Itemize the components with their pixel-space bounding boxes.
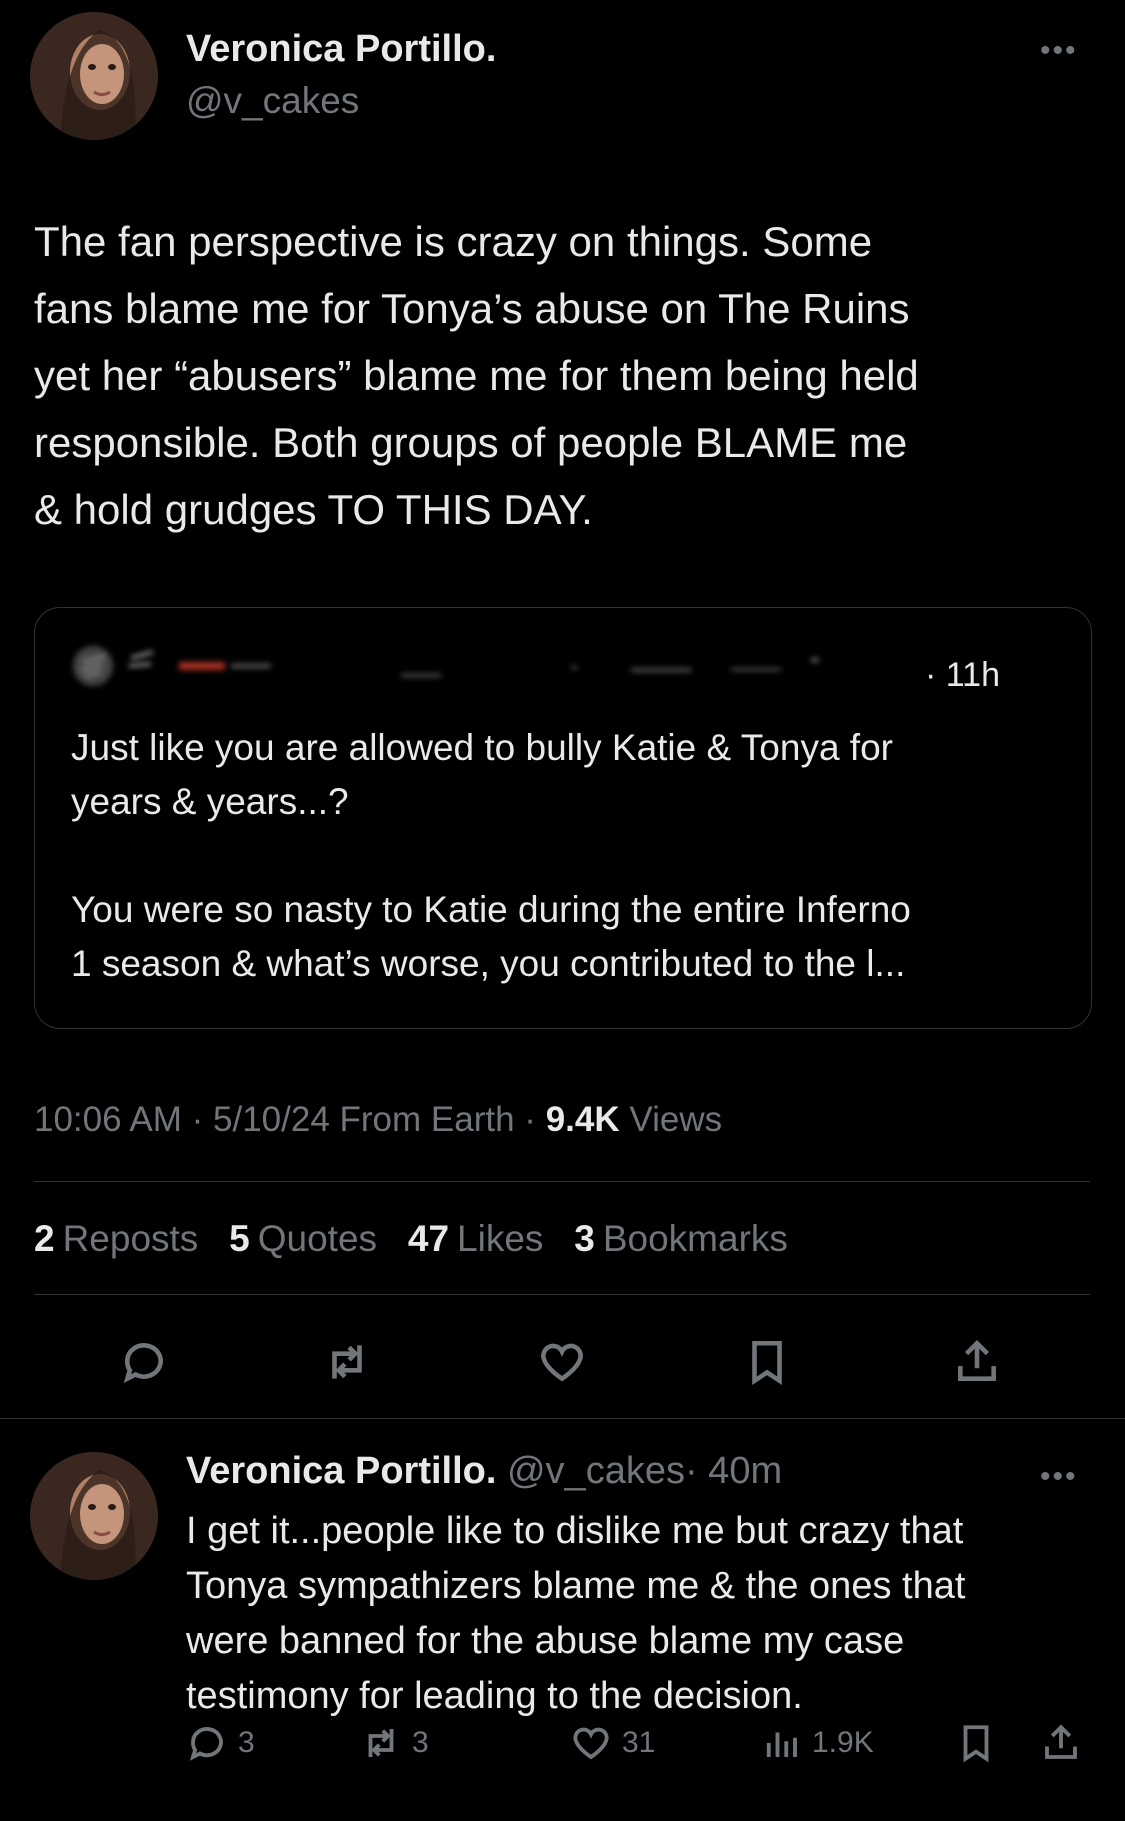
tweet-time: 10:06 AM (34, 1100, 182, 1139)
tweet-date: 5/10/24 From Earth (213, 1100, 515, 1139)
views-label: Views (629, 1100, 723, 1139)
divider (0, 1418, 1125, 1419)
divider (34, 1181, 1090, 1182)
quotes-stat[interactable]: 5 Quotes (229, 1218, 377, 1259)
reply-replies-button[interactable]: 3 (186, 1722, 255, 1764)
repost-icon (368, 1729, 394, 1757)
reply-more-options-icon[interactable]: ••• (1040, 1462, 1078, 1492)
quotes-label: Quotes (257, 1218, 378, 1259)
reply-views-button[interactable]: 1.9K (760, 1722, 874, 1764)
likes-count: 31 (622, 1726, 656, 1759)
author-avatar[interactable] (30, 12, 158, 140)
reply-icon (123, 1343, 163, 1384)
tweet-text-line: fans blame me for Tonya’s abuse on The R… (34, 285, 910, 332)
like-icon (541, 1343, 583, 1382)
redacted-author (71, 644, 951, 688)
bookmark-icon (752, 1340, 782, 1386)
tweet-text-line: responsible. Both groups of people BLAME… (34, 419, 908, 466)
views-count: 1.9K (812, 1726, 874, 1759)
share-icon (958, 1340, 996, 1381)
quotes-count: 5 (229, 1218, 250, 1259)
reply-text-line: were banned for the abuse blame my case (186, 1620, 905, 1662)
tweet-text-line: yet her “abusers” blame me for them bein… (34, 352, 919, 399)
meta-separator: · (524, 1100, 536, 1139)
bookmark-icon (963, 1725, 989, 1763)
reply-like-button[interactable]: 31 (570, 1722, 655, 1764)
tweet-text: The fan perspective is crazy on things. … (34, 208, 1094, 543)
likes-stat[interactable]: 47 Likes (408, 1218, 544, 1259)
reposts-count: 3 (412, 1726, 429, 1759)
quoted-tweet-text: Just like you are allowed to bully Katie… (71, 721, 1071, 991)
views-icon (766, 1732, 797, 1757)
meta-separator: · (191, 1100, 204, 1139)
repost-icon (332, 1345, 362, 1379)
reply-author-avatar[interactable] (30, 1452, 158, 1580)
share-icon (1045, 1724, 1077, 1759)
reposts-stat[interactable]: 2 Reposts (34, 1218, 198, 1259)
reply-bookmark-button[interactable] (955, 1722, 997, 1764)
reply-share-button[interactable] (1040, 1722, 1082, 1764)
bookmarks-count: 3 (574, 1218, 595, 1259)
avatar-photo (30, 1452, 158, 1580)
reply-repost-button[interactable]: 3 (360, 1722, 429, 1764)
tweet-text-line: The fan perspective is crazy on things. … (34, 218, 873, 265)
quoted-text-line: 1 season & what’s worse, you contributed… (71, 943, 906, 984)
tweet-stats: 2 Reposts 5 Quotes 47 Likes 3 Bookmarks (34, 1218, 788, 1260)
repost-button[interactable] (315, 1330, 379, 1394)
replies-count: 3 (238, 1726, 255, 1759)
tweet-meta: 10:06 AM · 5/10/24 From Earth · 9.4K Vie… (34, 1100, 722, 1140)
likes-count: 47 (407, 1218, 450, 1259)
quoted-text-line (71, 829, 1071, 883)
reply-time: · 40m (684, 1450, 783, 1492)
reply-text-line: I get it...people like to dislike me but… (186, 1510, 964, 1552)
like-icon (573, 1727, 609, 1760)
reply-text-line: testimony for leading to the decision. (186, 1675, 803, 1717)
bookmark-button[interactable] (735, 1330, 799, 1394)
quoted-tweet-card[interactable]: · 11h Just like you are allowed to bully… (34, 607, 1092, 1029)
quoted-text-line: You were so nasty to Katie during the en… (71, 889, 911, 930)
bookmarks-stat[interactable]: 3 Bookmarks (574, 1218, 788, 1259)
likes-label: Likes (457, 1218, 544, 1259)
bookmarks-label: Bookmarks (602, 1218, 788, 1259)
reply-button[interactable] (112, 1330, 176, 1394)
share-button[interactable] (945, 1330, 1009, 1394)
reply-text: I get it...people like to dislike me but… (186, 1504, 1096, 1724)
quoted-text-line: years & years...? (71, 781, 349, 822)
redacted-author-graphic (73, 646, 819, 686)
reposts-count: 2 (34, 1218, 55, 1259)
reply-author-name[interactable]: Veronica Portillo. (186, 1450, 496, 1492)
quoted-tweet-time: · 11h (925, 656, 1000, 694)
reply-author-handle[interactable]: @v_cakes (507, 1450, 685, 1492)
reply-text-line: Tonya sympathizers blame me & the ones t… (186, 1565, 966, 1607)
more-options-icon[interactable]: ••• (1040, 36, 1078, 66)
views-count: 9.4K (545, 1100, 620, 1139)
avatar-photo (30, 12, 158, 140)
reply-icon (189, 1727, 223, 1761)
quoted-text-line: Just like you are allowed to bully Katie… (71, 727, 893, 768)
author-handle[interactable]: @v_cakes (186, 80, 359, 122)
divider (34, 1294, 1090, 1295)
like-button[interactable] (530, 1330, 594, 1394)
reply-header: Veronica Portillo. @v_cakes· 40m (186, 1450, 782, 1493)
author-name[interactable]: Veronica Portillo. (186, 28, 496, 71)
tweet-text-line: & hold grudges TO THIS DAY. (34, 486, 593, 533)
reposts-label: Reposts (62, 1218, 199, 1259)
